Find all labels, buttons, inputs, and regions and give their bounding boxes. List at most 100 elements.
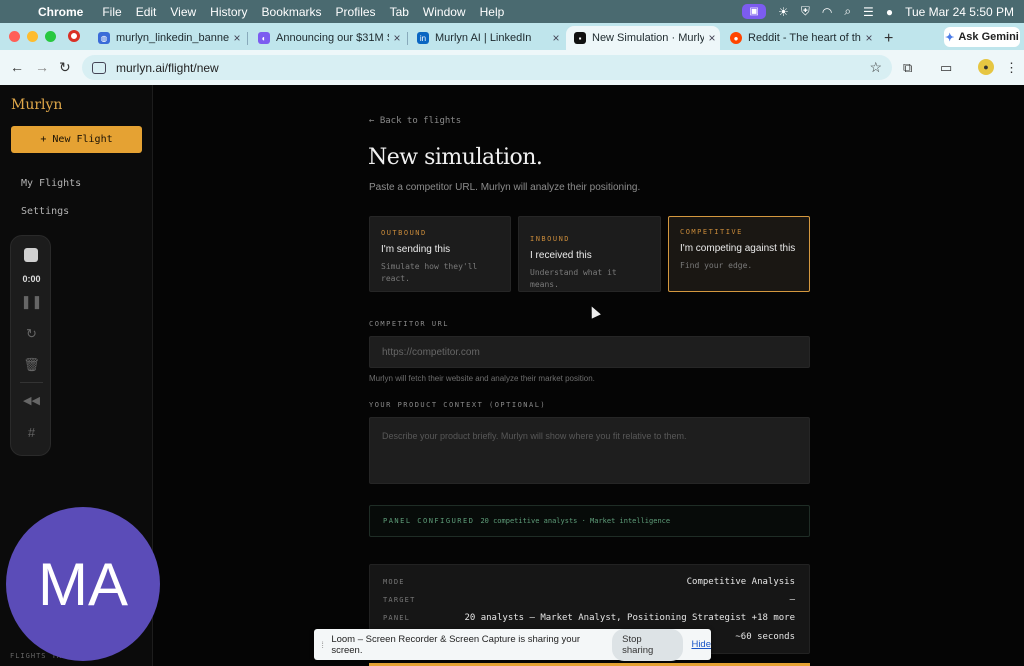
ask-gemini-label: Ask Gemini: [958, 31, 1019, 43]
competitor-url-label: COMPETITOR URL: [369, 320, 450, 328]
menu-file[interactable]: File: [95, 5, 128, 19]
mode-card-inbound[interactable]: INBOUND I received this Understand what …: [518, 216, 661, 292]
menu-app-name[interactable]: Chrome: [36, 5, 95, 19]
mode-heading: I'm sending this: [381, 244, 451, 255]
forward-arrow-icon[interactable]: →: [35, 59, 49, 75]
panel-key: PANEL CONFIGURED: [383, 517, 475, 525]
menu-tab[interactable]: Tab: [383, 5, 416, 19]
mode-description: Understand what it means.: [530, 268, 617, 289]
tab-new-simulation[interactable]: ▪ New Simulation · Murlyn ×: [566, 26, 720, 50]
tab-linkedin[interactable]: in Murlyn AI | LinkedIn ×: [409, 26, 564, 50]
stop-recording-icon[interactable]: [24, 248, 38, 262]
summary-key: TARGET: [383, 596, 416, 604]
back-arrow-icon[interactable]: ←: [10, 59, 24, 75]
tab-title: New Simulation · Murlyn: [592, 32, 704, 44]
tab-title: Reddit - The heart of the i: [748, 32, 861, 44]
globe-icon: ◍: [98, 32, 110, 44]
new-flight-button[interactable]: + New Flight: [11, 126, 142, 153]
close-tab-icon[interactable]: ×: [704, 31, 720, 45]
tab-series-announcement[interactable]: ◐ Announcing our $31M Series ×: [250, 26, 405, 50]
mode-card-outbound[interactable]: OUTBOUND I'm sending this Simulate how t…: [369, 216, 511, 292]
minimize-window-icon[interactable]: [27, 31, 38, 42]
close-tab-icon[interactable]: ×: [389, 31, 405, 45]
reload-icon[interactable]: ↻: [59, 59, 71, 76]
panel-value: 20 competitive analysts · Market intelli…: [480, 517, 671, 525]
panel-configured-banner: PANEL CONFIGURED 20 competitive analysts…: [369, 505, 810, 537]
menu-profiles[interactable]: Profiles: [329, 5, 383, 19]
site-favicon-icon: ◐: [258, 32, 270, 44]
tab-title: murlyn_linkedin_banner.htm: [116, 32, 229, 44]
sidebar-item-settings[interactable]: Settings: [21, 206, 69, 217]
bookmark-star-icon[interactable]: ☆: [869, 59, 882, 76]
back-to-flights-link[interactable]: ← Back to flights: [369, 116, 461, 126]
menu-history[interactable]: History: [203, 5, 254, 19]
page-title: New simulation.: [368, 145, 543, 170]
competitor-url-input[interactable]: https://competitor.com: [369, 336, 810, 368]
profile-avatar-icon[interactable]: ●: [978, 59, 994, 75]
brightness-icon[interactable]: ☀: [778, 5, 789, 19]
extensions-puzzle-icon[interactable]: ⧉: [903, 60, 912, 76]
summary-row-panel: PANEL 20 analysts — Market Analyst, Posi…: [383, 611, 795, 625]
close-tab-icon[interactable]: ×: [548, 31, 564, 45]
new-tab-button[interactable]: +: [884, 30, 893, 48]
trash-icon[interactable]: 🗑: [11, 357, 52, 373]
address-bar[interactable]: murlyn.ai/flight/new ☆: [82, 55, 892, 80]
new-simulation-page: ← Back to flights New simulation. Paste …: [153, 85, 1024, 666]
shield-icon[interactable]: ⛨: [801, 4, 810, 19]
close-tab-icon[interactable]: ×: [229, 31, 245, 45]
tab-search-icon[interactable]: ▭: [940, 60, 952, 76]
maximize-window-icon[interactable]: [45, 31, 56, 42]
close-tab-icon[interactable]: ×: [861, 31, 877, 45]
summary-key: MODE: [383, 578, 405, 586]
product-context-textarea[interactable]: Describe your product briefly. Murlyn wi…: [369, 417, 810, 484]
sidebar-item-my-flights[interactable]: My Flights: [21, 178, 81, 189]
gemini-sparkle-icon: ✦: [945, 31, 955, 44]
screen-share-banner: ⁞ Loom – Screen Recorder & Screen Captur…: [314, 628, 711, 661]
menu-window[interactable]: Window: [416, 5, 473, 19]
tab-reddit[interactable]: ● Reddit - The heart of the i ×: [722, 26, 877, 50]
macos-menu-bar: Chrome File Edit View History Bookmarks …: [0, 0, 1024, 23]
restart-icon[interactable]: ↻: [11, 326, 52, 342]
browser-tab-strip: ◍ murlyn_linkedin_banner.htm × ◐ Announc…: [0, 23, 1024, 50]
wifi-icon[interactable]: ◠: [822, 5, 832, 19]
menu-clock[interactable]: Tue Mar 24 5:50 PM: [905, 5, 1014, 19]
linkedin-icon: in: [417, 32, 429, 44]
grid-icon[interactable]: #: [11, 425, 52, 440]
tab-title: Announcing our $31M Series: [276, 32, 389, 44]
close-window-icon[interactable]: [9, 31, 20, 42]
camera-avatar-bubble[interactable]: MA: [6, 507, 160, 661]
menu-help[interactable]: Help: [473, 5, 512, 19]
share-message: Loom – Screen Recorder & Screen Capture …: [331, 633, 581, 656]
menu-view[interactable]: View: [163, 5, 203, 19]
summary-value: —: [789, 595, 795, 605]
mode-heading: I received this: [530, 250, 592, 261]
screen-share-status-icon[interactable]: ▣: [742, 4, 767, 19]
address-url[interactable]: murlyn.ai/flight/new: [116, 61, 219, 75]
control-center-icon[interactable]: ☰: [863, 5, 874, 19]
reddit-icon: ●: [730, 32, 742, 44]
mode-description: Simulate how they'll react.: [381, 262, 478, 283]
spotlight-search-icon[interactable]: ⌕: [844, 4, 851, 19]
murlyn-logo[interactable]: Murlyn: [11, 97, 62, 113]
product-context-label: YOUR PRODUCT CONTEXT (OPTIONAL): [369, 401, 547, 409]
more-menu-icon[interactable]: ⋮: [1005, 60, 1018, 76]
mode-card-competitive[interactable]: COMPETITIVE I'm competing against this F…: [668, 216, 810, 292]
competitor-url-hint: Murlyn will fetch their website and anal…: [369, 374, 595, 383]
tab-murlyn-banner[interactable]: ◍ murlyn_linkedin_banner.htm ×: [90, 26, 245, 50]
hide-link[interactable]: Hide: [691, 639, 711, 650]
drag-handle-icon[interactable]: ⁞: [314, 640, 331, 650]
menu-bookmarks[interactable]: Bookmarks: [255, 5, 329, 19]
summary-value: 20 analysts — Market Analyst, Positionin…: [464, 613, 795, 623]
site-info-icon[interactable]: [92, 61, 106, 74]
menu-edit[interactable]: Edit: [129, 5, 164, 19]
browser-toolbar: ← → ↻ murlyn.ai/flight/new ☆ ⧉ ▭ ● ⋮: [0, 50, 1024, 85]
stop-sharing-button[interactable]: Stop sharing: [612, 628, 684, 661]
ask-gemini-button[interactable]: ✦ Ask Gemini: [944, 27, 1020, 47]
summary-key: PANEL: [383, 614, 411, 622]
audio-icon[interactable]: ◀◀: [11, 394, 52, 407]
pause-icon[interactable]: ❚❚: [11, 294, 52, 310]
recording-indicator-icon[interactable]: [68, 30, 80, 42]
siri-icon[interactable]: ●: [886, 5, 893, 19]
mode-kicker: INBOUND: [530, 235, 571, 243]
summary-row-target: TARGET —: [383, 593, 795, 607]
